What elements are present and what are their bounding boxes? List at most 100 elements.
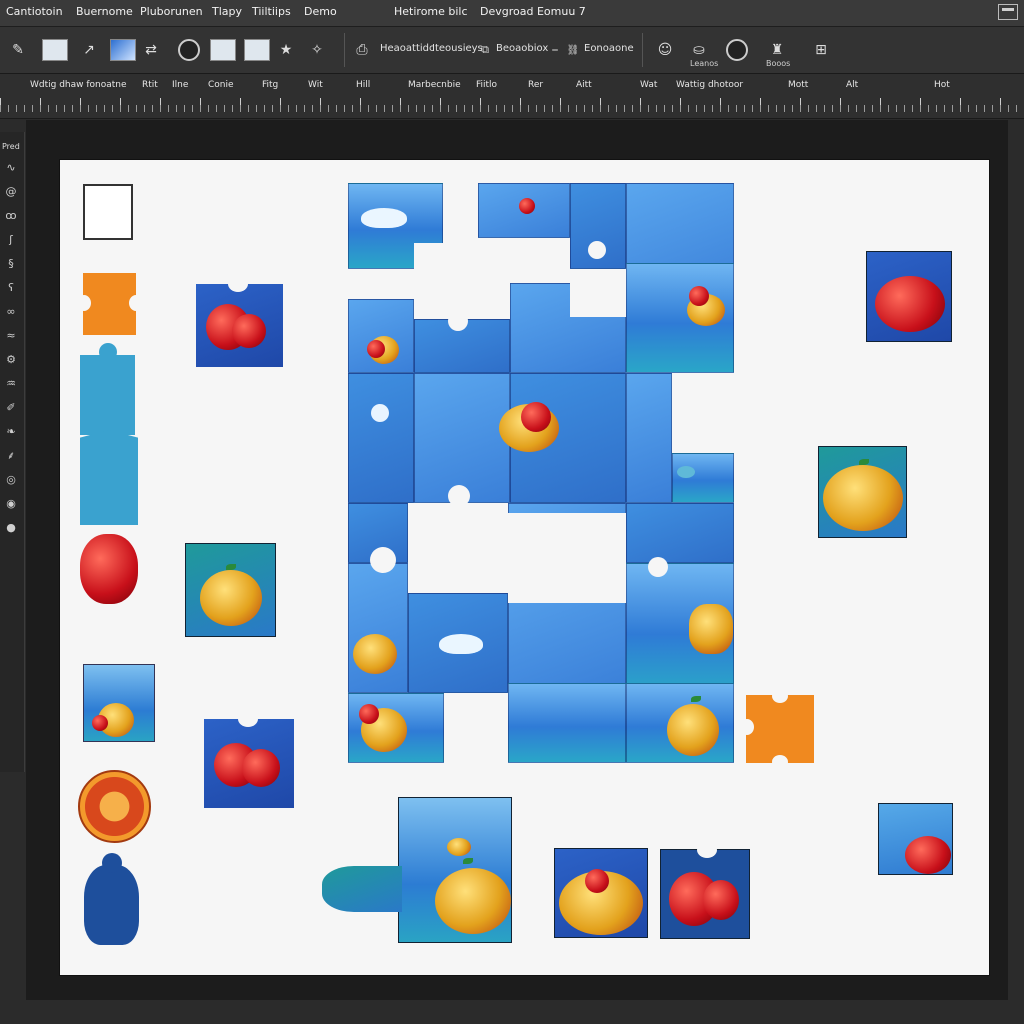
puzzle-piece-teal-long[interactable] [80, 430, 138, 525]
missing-slot[interactable] [508, 513, 626, 603]
puzzle-piece-bottom-red[interactable] [660, 842, 750, 939]
left-tool-panel: Pred ∿ @ ꝏ ʃ § ʕ ∞ ≈ ⚙ ♒ ✐ ❧ ⸙ ◎ ◉ ● [0, 132, 25, 772]
puzzle-piece-orange-right[interactable] [740, 689, 814, 769]
puzzle-piece-teal[interactable] [80, 343, 135, 435]
toolbar-label[interactable]: Iteousieys [432, 43, 483, 54]
board-tile[interactable] [414, 373, 510, 503]
menu-bar: Cantiotoin Buernome Pluborunen Tlapy Tii… [0, 0, 1024, 27]
board-tile[interactable] [626, 503, 734, 563]
menu-item-view[interactable]: Demo [304, 5, 337, 18]
board-tile[interactable] [626, 263, 734, 373]
swatch-thumb-icon[interactable] [244, 37, 270, 63]
target-icon[interactable] [726, 37, 748, 63]
board-tile[interactable] [508, 683, 626, 763]
curl-icon[interactable]: ʃ [3, 234, 19, 246]
board-tile[interactable] [626, 683, 734, 763]
gear-icon[interactable]: ⚙ [3, 354, 19, 366]
board-tile[interactable] [348, 563, 408, 693]
face-icon[interactable]: ☺ [654, 37, 676, 63]
ruler-label: Wit [308, 80, 323, 90]
ring-icon[interactable]: ◎ [3, 474, 19, 486]
missing-slot[interactable] [672, 383, 734, 447]
ruler-label: Fitg [262, 80, 279, 90]
missing-slot[interactable] [408, 513, 508, 583]
menu-item-image[interactable]: Pluborunen [140, 5, 203, 18]
puzzle-piece-apple-scene[interactable] [83, 664, 155, 742]
feather-icon[interactable]: ⸙ [3, 450, 19, 462]
puzzle-piece-bottom-apple[interactable] [554, 848, 648, 938]
board-tile[interactable] [348, 373, 414, 503]
chain-icon[interactable]: ⛓ [566, 37, 580, 63]
dash-icon[interactable]: – [548, 37, 562, 63]
puzzle-piece-red-fruit[interactable] [80, 534, 138, 604]
stamp-icon[interactable]: ⎙ [352, 37, 372, 63]
image-thumb-icon[interactable] [42, 37, 68, 63]
grid-icon[interactable]: ⊞ [808, 37, 834, 63]
puzzle-board[interactable] [348, 183, 736, 763]
tab-socket [448, 485, 470, 507]
missing-slot[interactable] [570, 269, 626, 317]
board-tile[interactable] [626, 563, 734, 693]
page-thumb-icon[interactable] [210, 37, 236, 63]
toolbar-sublabel: Booos [766, 59, 791, 68]
puzzle-piece-dark-blue[interactable] [84, 853, 139, 945]
puzzle-piece-big-golden[interactable] [398, 797, 512, 943]
hook-icon[interactable]: ʕ [3, 282, 19, 294]
toolbar-label[interactable]: Eonoaone [584, 43, 634, 54]
tab-socket [648, 557, 668, 577]
board-tile[interactable] [348, 299, 414, 373]
ruler-label: Fiitlo [476, 80, 498, 90]
swirl-icon[interactable]: § [3, 258, 19, 270]
toolbar: ✎ ↗ ⇄ ★ ✧ ⎙ Heaoattidc Iteousieys ⧉ Beoa… [0, 27, 1024, 74]
scribble-icon[interactable]: ∿ [3, 162, 19, 174]
tab-socket [588, 241, 606, 259]
leaf-icon[interactable]: ❧ [3, 426, 19, 438]
menu-item-layer[interactable]: Tlapy [212, 5, 242, 18]
board-tile[interactable] [626, 373, 672, 503]
tab-socket [448, 311, 468, 331]
toolbar-label[interactable]: Heaoattidc [380, 43, 435, 54]
blob-icon[interactable]: ● [3, 522, 19, 534]
scribble-tool-icon[interactable]: ✎ [4, 37, 32, 63]
puzzle-piece-round[interactable] [78, 770, 151, 843]
circle-icon[interactable]: ◉ [3, 498, 19, 510]
board-tile[interactable] [478, 183, 570, 238]
menu-item-file[interactable]: Cantiotoin [6, 5, 63, 18]
board-tile[interactable] [672, 453, 734, 503]
puzzle-piece-tomato[interactable] [196, 276, 283, 367]
puzzle-piece-golden-apple[interactable] [185, 543, 276, 637]
puzzle-piece-orange[interactable] [77, 273, 143, 335]
move-tool-icon[interactable]: ⇄ [140, 37, 162, 63]
arrow-tool-icon[interactable]: ↗ [80, 37, 98, 63]
sparkle-icon[interactable]: ✧ [304, 37, 330, 63]
brush-icon[interactable]: ✐ [3, 402, 19, 414]
spiral-icon[interactable]: @ [3, 186, 19, 198]
link-icon[interactable]: ⧉ [478, 37, 492, 63]
ruler-ticks[interactable] [0, 96, 1024, 112]
ruler-label: Wdtig dhaw fonoatne [30, 80, 127, 90]
missing-slot[interactable] [444, 695, 508, 763]
wave-icon[interactable]: ≈ [3, 330, 19, 342]
puzzle-piece-red-apples[interactable] [204, 711, 294, 808]
twist-icon[interactable]: ♒ [3, 378, 19, 390]
empty-slot-outline[interactable] [83, 184, 133, 240]
ruler-label: Rer [528, 80, 544, 90]
board-tile[interactable] [499, 373, 626, 503]
ruler-label: Rtit [142, 80, 158, 90]
blue-thumb-icon[interactable] [110, 37, 136, 63]
knot-icon[interactable]: ꝏ [3, 210, 19, 222]
loop-icon[interactable]: ∞ [3, 306, 19, 318]
puzzle-piece-golden-right[interactable] [818, 446, 907, 538]
puzzle-piece-tomato-right[interactable] [866, 251, 952, 342]
missing-slot[interactable] [414, 243, 478, 299]
minimize-button[interactable] [998, 4, 1018, 20]
toolbar-label[interactable]: Beoaobiox [496, 43, 548, 54]
globe-icon[interactable] [178, 37, 200, 63]
puzzle-piece-small-apple[interactable] [878, 803, 953, 875]
puzzle-piece-tab-left[interactable] [322, 866, 402, 912]
menu-item-filter[interactable]: Tiiltiips [252, 5, 291, 18]
board-tile[interactable] [408, 593, 508, 693]
menu-item-edit[interactable]: Buernome [76, 5, 133, 18]
board-tile[interactable] [348, 693, 444, 763]
star-icon[interactable]: ★ [276, 37, 296, 63]
